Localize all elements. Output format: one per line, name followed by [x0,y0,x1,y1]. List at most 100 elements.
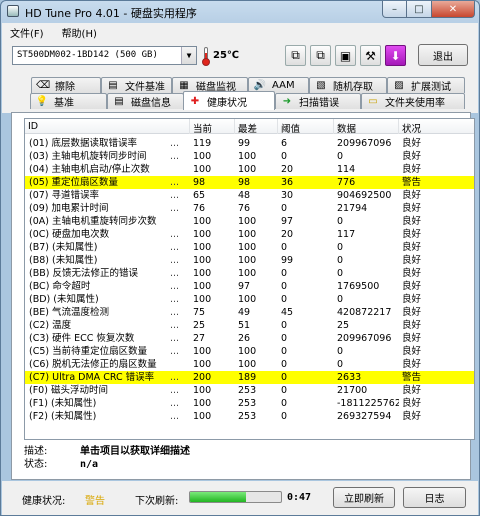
cell-threshold: 20 [281,229,294,240]
cell-threshold: 0 [281,268,288,279]
table-row[interactable]: (C2) 温度... 25 51 0 25 良好 [25,319,474,332]
cell-data: 0 [337,268,344,279]
col-id[interactable]: ID [25,119,190,134]
close-button[interactable]: ✕ [432,1,475,18]
cell-threshold: 97 [281,216,294,227]
cell-dots: ... [170,255,180,266]
cell-current: 65 [193,190,206,201]
tab-erase[interactable]: ⌫ 擦除 [31,77,101,93]
table-row[interactable]: (09) 加电累计时间... 76 76 0 21794 良好 [25,202,474,215]
cell-data: 0 [337,151,344,162]
cell-current: 100 [193,294,212,305]
table-row[interactable]: (C7) Ultra DMA CRC 错误率... 200 189 0 2633 警告 [25,371,474,384]
tab-error-scan[interactable]: ➜ 扫描错误 [275,93,361,109]
maximize-button[interactable]: □ [407,1,432,18]
cell-worst: 100 [238,242,257,253]
cell-id: (0C) 硬盘加电次数 [29,229,110,240]
tab-benchmark[interactable]: 💡 基准 [30,93,107,109]
table-row[interactable]: (B7) (未知属性)... 100 100 0 0 良好 [25,241,474,254]
tab-health[interactable]: ✚ 健康状况 [183,91,275,110]
log-button[interactable]: 日志 [403,487,466,508]
table-row[interactable]: (07) 寻道错误率... 65 48 30 904692500 良好 [25,189,474,202]
minimize-button[interactable]: – [382,1,407,18]
cell-threshold: 6 [281,138,288,149]
col-worst[interactable]: 最差 [235,119,278,135]
health-label: 健康状况: [22,496,66,507]
extra-tests-icon: ▨ [394,80,404,91]
table-row[interactable]: (C6) 脱机无法修正的扇区数量 100 100 0 0 良好 [25,358,474,371]
table-row[interactable]: (C5) 当前待重定位扇区数量... 100 100 0 0 良好 [25,345,474,358]
copy-text-icon: ⧉ [291,48,300,62]
cell-threshold: 0 [281,320,288,331]
file-benchmark-icon: ▤ [108,80,118,91]
state-text: n/a [80,459,99,470]
col-current[interactable]: 当前 [190,119,235,135]
cell-worst: 97 [238,281,251,292]
tab-label: AAM [272,80,295,91]
table-row[interactable]: (BE) 气流温度检测... 75 49 45 420872217 良好 [25,306,474,319]
cell-worst: 76 [238,203,251,214]
cell-dots: ... [170,151,180,162]
cell-id: (BB) 反馈无法修正的错误 [29,268,138,279]
tab-disk-info[interactable]: ▤ 磁盘信息 [107,93,184,109]
menu-file[interactable]: 文件(F) [10,25,44,40]
col-data[interactable]: 数据 [334,119,399,135]
health-cross-icon: ✚ [190,95,200,107]
tab-extra-tests[interactable]: ▨ 扩展测试 [387,77,465,93]
cell-current: 98 [193,177,206,188]
table-row[interactable]: (0C) 硬盘加电次数... 100 100 20 117 良好 [25,228,474,241]
table-row[interactable]: (01) 底层数据读取错误率... 119 99 6 209967096 良好 [25,137,474,150]
menu-help[interactable]: 帮助(H) [62,25,97,40]
options-button[interactable]: ⚒ [360,45,381,66]
col-threshold[interactable]: 阈值 [278,119,334,135]
chevron-down-icon[interactable]: ▼ [181,47,196,64]
table-row[interactable]: (04) 主轴电机启动/停止次数 100 100 20 114 良好 [25,163,474,176]
cell-status: 良好 [402,255,422,266]
title-bar[interactable]: HD Tune Pro 4.01 - 硬盘实用程序 – □ ✕ [1,1,479,21]
tab-label: 扫描错误 [299,98,339,109]
table-row[interactable]: (0A) 主轴电机重旋转同步次数 100 100 97 0 良好 [25,215,474,228]
table-row[interactable]: (F1) (未知属性)... 100 253 0 -1811225762 良好 [25,397,474,410]
cell-threshold: 0 [281,203,288,214]
table-row[interactable]: (C3) 硬件 ECC 恢复次数... 27 26 0 209967096 良好 [25,332,474,345]
cell-data: 904692500 [337,190,392,201]
download-button[interactable]: ⬇ [385,45,406,66]
tab-folder-usage[interactable]: ▭ 文件夹使用率 [361,93,465,109]
table-row[interactable]: (BB) 反馈无法修正的错误... 100 100 0 0 良好 [25,267,474,280]
table-row[interactable]: (B8) (未知属性)... 100 100 99 0 良好 [25,254,474,267]
options-icon: ⚒ [365,48,376,63]
next-refresh-label: 下次刷新: [135,496,179,507]
cell-id: (09) 加电累计时间 [29,203,109,214]
cell-dots: ... [170,307,180,318]
cell-threshold: 0 [281,398,288,409]
table-row[interactable]: (F2) (未知属性)... 100 253 0 269327594 良好 [25,410,474,423]
copy-screenshot-button[interactable]: ⧉ [310,45,331,66]
table-row[interactable]: (BD) (未知属性)... 100 100 0 0 良好 [25,293,474,306]
cell-current: 100 [193,359,212,370]
tab-label: 基准 [54,98,74,109]
app-icon [7,5,19,17]
tab-label: 磁盘信息 [131,98,171,109]
cell-dots: ... [170,320,180,331]
table-row[interactable]: (BC) 命令超时... 100 97 0 1769500 良好 [25,280,474,293]
cell-threshold: 0 [281,294,288,305]
description-area: 描述: 单击项目以获取详细描述 状态: n/a [24,445,190,471]
table-row[interactable]: (05) 重定位扇区数量... 98 98 36 776 警告 [25,176,474,189]
smart-table[interactable]: ID 当前 最差 阈值 数据 状况 (01) 底层数据读取错误率... 119 99… [24,118,475,440]
tab-random-access[interactable]: ▧ 随机存取 [309,77,387,93]
refresh-now-button[interactable]: 立即刷新 [333,487,395,508]
exit-button[interactable]: 退出 [418,44,468,66]
save-button[interactable]: ▣ [335,45,356,66]
cell-status: 良好 [402,411,422,422]
drive-select[interactable]: ST500DM002-1BD142 (500 GB) ▼ [12,46,197,65]
table-row[interactable]: (F0) 磁头浮动时间... 100 253 0 21700 良好 [25,384,474,397]
cell-data: -1811225762 [337,398,399,409]
table-row[interactable]: (03) 主轴电机旋转同步时间... 100 100 0 0 良好 [25,150,474,163]
cell-current: 119 [193,138,212,149]
tab-file-benchmark[interactable]: ▤ 文件基准 [101,77,172,93]
cell-current: 100 [193,164,212,175]
cell-data: 0 [337,294,344,305]
cell-dots: ... [170,229,180,240]
col-status[interactable]: 状况 [399,119,474,135]
copy-text-button[interactable]: ⧉ [285,45,306,66]
